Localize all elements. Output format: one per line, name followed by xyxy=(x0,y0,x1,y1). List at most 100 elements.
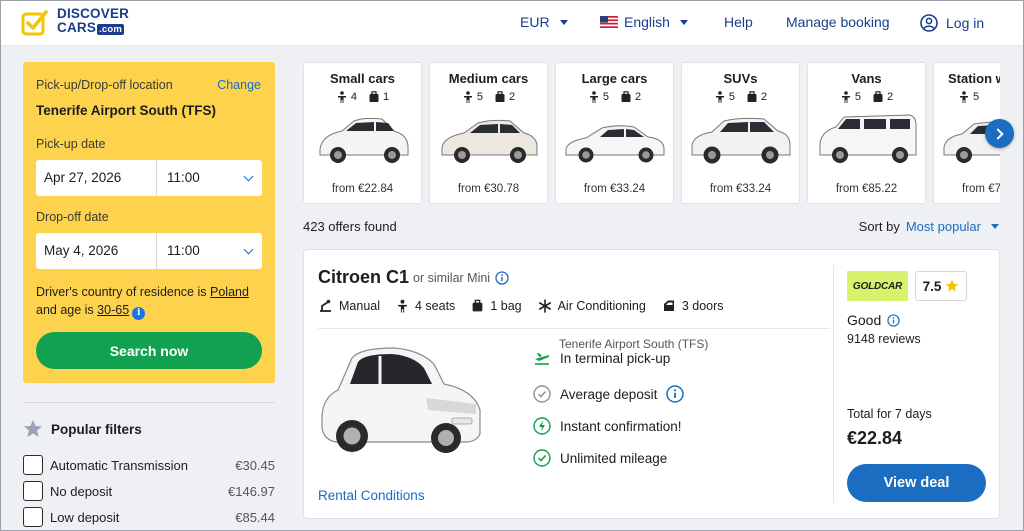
car-category-carousel: Small cars 4 1 from €22.84 Medium cars 5… xyxy=(303,62,1000,204)
car-door-icon xyxy=(663,300,674,311)
top-header: DISCOVER CARS .com EUR English Help Manag… xyxy=(0,0,1024,46)
pickup-date-input[interactable]: Apr 27, 2026 xyxy=(36,160,157,196)
large-car-image xyxy=(565,125,665,163)
help-link[interactable]: Help xyxy=(724,14,753,30)
user-icon xyxy=(920,14,938,32)
luggage-icon xyxy=(369,91,379,102)
luggage-icon xyxy=(873,91,883,102)
view-deal-button[interactable]: View deal xyxy=(847,464,986,502)
residence-country-link[interactable]: Poland xyxy=(210,285,249,299)
filter-label: Automatic Transmission xyxy=(50,457,188,473)
similar-car-note: or similar Mini xyxy=(413,271,509,285)
category-card-suvs[interactable]: SUVs 5 2 from €33.24 xyxy=(681,62,800,204)
star-icon xyxy=(24,420,42,437)
dropoff-time-select[interactable]: 11:00 xyxy=(157,233,262,269)
filter-checkbox[interactable] xyxy=(23,481,43,501)
search-now-button[interactable]: Search now xyxy=(36,332,262,369)
login-link[interactable]: Log in xyxy=(920,14,984,32)
passenger-icon xyxy=(463,91,472,103)
car-specs: Manual 4 seats 1 bag Air Conditioning 3 … xyxy=(318,299,724,313)
carousel-next-button[interactable] xyxy=(985,119,1014,148)
location-value: Tenerife Airport South (TFS) xyxy=(36,103,216,118)
currency-selector[interactable]: EUR xyxy=(520,14,568,30)
change-location-link[interactable]: Change xyxy=(217,78,261,92)
rental-conditions-link[interactable]: Rental Conditions xyxy=(318,488,425,503)
dropoff-datetime-field: May 4, 2026 11:00 xyxy=(36,233,262,269)
check-circle-icon xyxy=(533,449,551,467)
category-card-small-cars[interactable]: Small cars 4 1 from €22.84 xyxy=(303,62,422,204)
category-card-large-cars[interactable]: Large cars 5 2 from €33.24 xyxy=(555,62,674,204)
luggage-icon xyxy=(747,91,757,102)
luggage-icon xyxy=(621,91,631,102)
spec-bags: 1 bag xyxy=(471,299,522,313)
chevron-down-icon xyxy=(243,244,254,255)
suv-image xyxy=(691,117,791,164)
divider xyxy=(833,265,834,503)
chevron-right-icon xyxy=(992,127,1004,140)
filter-label: No deposit xyxy=(50,483,113,499)
location-label: Pick-up/Drop-off location xyxy=(36,78,173,92)
filter-label: Low deposit xyxy=(50,509,120,525)
info-icon[interactable]: i xyxy=(132,306,146,320)
dropoff-date-label: Drop-off date xyxy=(36,210,109,224)
category-card-vans[interactable]: Vans 5 2 from €85.22 xyxy=(807,62,926,204)
age-range-link[interactable]: 30-65 xyxy=(97,303,129,317)
filter-low-deposit[interactable]: Low deposit €85.44 xyxy=(23,507,275,527)
divider xyxy=(318,328,830,329)
divider xyxy=(23,402,275,403)
lightning-circle-icon xyxy=(533,417,551,435)
passenger-icon xyxy=(398,299,407,313)
van-image xyxy=(819,114,917,163)
small-car-image xyxy=(319,117,409,163)
feature-in-terminal-pickup: In terminal pick-up xyxy=(533,349,670,367)
citroen-c1-image xyxy=(321,347,481,453)
feature-unlimited-mileage: Unlimited mileage xyxy=(533,449,667,467)
total-price: €22.84 xyxy=(847,428,903,448)
star-icon xyxy=(946,279,959,292)
pickup-date-label: Pick-up date xyxy=(36,137,106,151)
info-icon[interactable] xyxy=(495,271,509,285)
pickup-time-select[interactable]: 11:00 xyxy=(157,160,262,196)
passenger-icon xyxy=(715,91,724,103)
airplane-icon xyxy=(535,353,549,365)
snowflake-icon xyxy=(538,299,551,313)
chevron-down-icon xyxy=(243,171,254,182)
us-flag-icon xyxy=(600,16,618,28)
filter-price: €146.97 xyxy=(228,483,275,499)
passenger-icon xyxy=(337,91,346,103)
chevron-down-icon xyxy=(991,224,999,229)
sort-control[interactable]: Sort by Most popular xyxy=(859,219,999,234)
info-icon[interactable] xyxy=(887,313,900,327)
category-card-medium-cars[interactable]: Medium cars 5 2 from €30.78 xyxy=(429,62,548,204)
language-selector[interactable]: English xyxy=(600,14,688,30)
rating-badge: 7.5 xyxy=(915,271,967,301)
currency-label: EUR xyxy=(520,14,550,30)
sort-label: Sort by xyxy=(858,219,900,234)
rating-text: Good xyxy=(847,312,900,328)
total-label: Total for 7 days xyxy=(847,407,932,421)
luggage-icon xyxy=(472,299,483,312)
filter-price: €30.45 xyxy=(235,457,275,473)
spec-seats: 4 seats xyxy=(396,299,455,313)
passenger-icon xyxy=(960,91,968,103)
info-icon[interactable] xyxy=(666,385,685,403)
filter-no-deposit[interactable]: No deposit €146.97 xyxy=(23,481,275,501)
manage-booking-link[interactable]: Manage booking xyxy=(786,14,890,30)
car-name: Citroen C1 xyxy=(318,267,410,287)
residence-info: Driver's country of residence is Poland … xyxy=(36,285,249,320)
language-label: English xyxy=(624,14,670,30)
filter-price: €85.44 xyxy=(235,509,275,525)
filter-automatic-transmission[interactable]: Automatic Transmission €30.45 xyxy=(23,455,275,475)
reviews-count: 9148 reviews xyxy=(847,332,921,346)
luggage-icon xyxy=(495,91,505,102)
logo-check-icon xyxy=(21,10,48,36)
medium-car-image xyxy=(441,119,538,163)
filter-checkbox[interactable] xyxy=(23,507,43,527)
filter-checkbox[interactable] xyxy=(23,455,43,475)
discovercars-logo[interactable]: DISCOVER CARS .com xyxy=(21,7,129,37)
check-circle-icon xyxy=(533,385,551,403)
offers-count: 423 offers found xyxy=(303,219,397,234)
logo-wordmark: DISCOVER CARS .com xyxy=(57,6,130,35)
sort-value[interactable]: Most popular xyxy=(906,219,981,234)
dropoff-date-input[interactable]: May 4, 2026 xyxy=(36,233,157,269)
